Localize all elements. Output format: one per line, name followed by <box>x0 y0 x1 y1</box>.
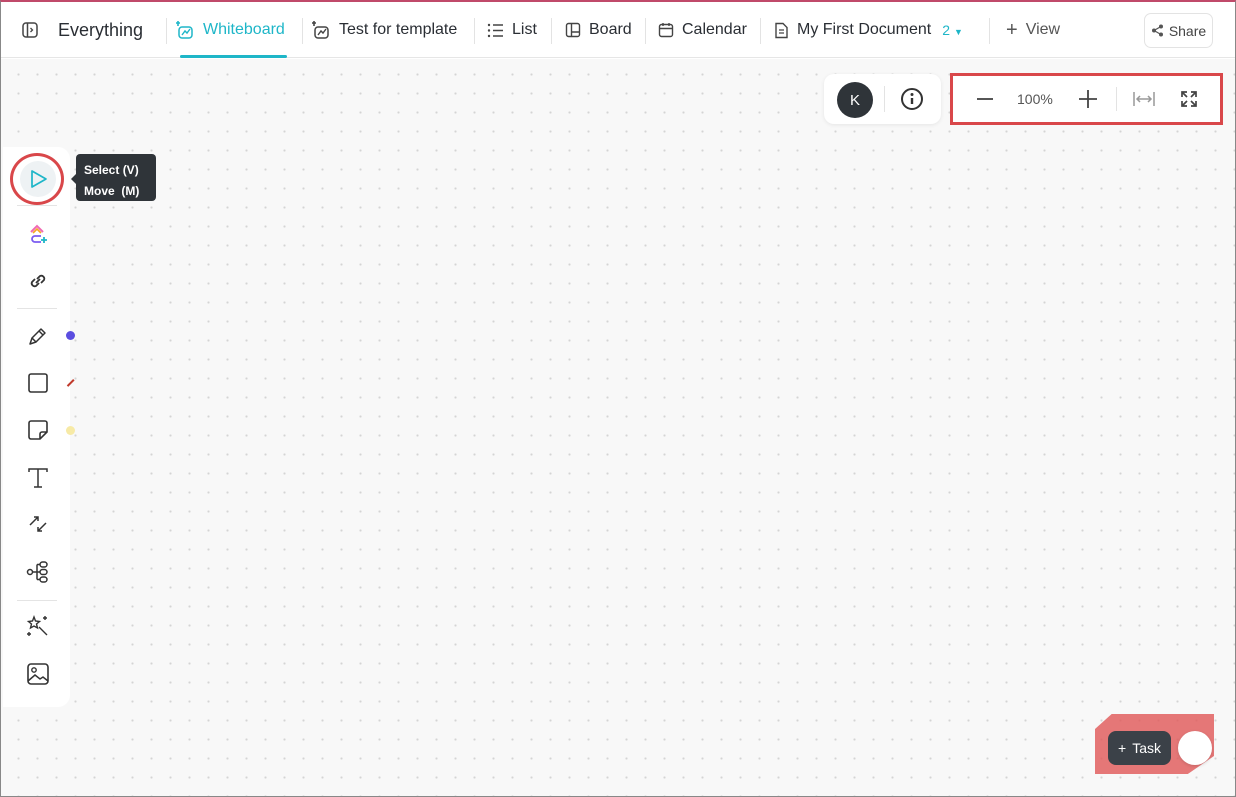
whiteboard-canvas[interactable] <box>1 59 1235 796</box>
whiteboard-pinned-icon <box>176 21 193 39</box>
tab-label: Calendar <box>682 21 747 38</box>
fullscreen-icon <box>1181 91 1197 107</box>
view-header: Everything Whiteboard Test for template … <box>1 2 1235 58</box>
templates-tool[interactable] <box>20 216 56 252</box>
link-tool[interactable] <box>20 263 56 299</box>
share-label: Share <box>1168 22 1207 39</box>
mind-map-icon <box>26 561 48 583</box>
zoom-in-button[interactable] <box>1078 89 1098 109</box>
list-icon <box>487 23 503 37</box>
select-tooltip: Select (V) Move (M) <box>71 154 156 201</box>
add-task-button[interactable]: + Task <box>1108 731 1171 765</box>
fit-width-button[interactable] <box>1132 89 1156 109</box>
square-icon <box>28 373 48 393</box>
fit-width-icon <box>1133 92 1155 106</box>
doc-count-badge: 2 <box>942 22 951 38</box>
tools-toolbar <box>3 147 70 707</box>
calendar-icon <box>658 23 674 38</box>
share-button[interactable]: Share <box>1144 13 1213 48</box>
image-tool[interactable] <box>20 656 56 692</box>
link-icon <box>30 274 46 288</box>
add-view-button[interactable]: + View <box>1006 2 1060 58</box>
sticky-note-icon <box>28 420 48 440</box>
sticky-color-indicator[interactable] <box>66 426 75 435</box>
tab-label: List <box>512 21 537 38</box>
tab-test-for-template[interactable]: Test for template <box>311 2 457 58</box>
plus-icon <box>1079 90 1097 108</box>
zoom-level[interactable]: 100% <box>1017 91 1053 107</box>
active-tab-indicator <box>180 55 287 58</box>
tab-calendar[interactable]: Calendar <box>658 2 747 58</box>
magic-wand-icon <box>26 615 48 636</box>
info-button[interactable] <box>900 87 924 111</box>
connector-icon <box>29 516 47 532</box>
plus-icon: + <box>1006 19 1018 41</box>
templates-icon <box>30 224 47 243</box>
tab-list[interactable]: List <box>487 2 537 58</box>
ai-magic-tool[interactable] <box>20 608 56 644</box>
text-tool[interactable] <box>20 460 56 496</box>
tab-board[interactable]: Board <box>565 2 632 58</box>
pen-icon <box>29 328 46 345</box>
apps-button[interactable] <box>1178 731 1212 765</box>
document-icon <box>775 22 788 38</box>
location-title: Everything <box>58 19 144 40</box>
avatar[interactable]: K <box>837 82 873 118</box>
tooltip-line: Select (V) <box>84 163 139 177</box>
select-tool-highlight <box>10 153 64 205</box>
plus-icon: + <box>1118 740 1127 756</box>
connector-tool[interactable] <box>20 506 56 542</box>
fullscreen-button[interactable] <box>1180 90 1198 108</box>
more-docs-dropdown[interactable]: 2 ▼ <box>942 22 963 38</box>
mind-map-tool[interactable] <box>20 554 56 590</box>
pen-tool[interactable] <box>20 318 56 354</box>
sidebar-toggle-icon <box>22 22 38 38</box>
tab-label: My First Document <box>797 21 932 38</box>
caret-down-icon: ▼ <box>953 27 963 37</box>
shape-tool[interactable] <box>20 365 56 401</box>
whiteboard-pinned-icon <box>312 21 329 39</box>
board-icon <box>565 22 581 38</box>
pen-color-indicator[interactable] <box>66 331 75 340</box>
zoom-controls: 100% <box>950 73 1223 125</box>
sidebar-toggle-button[interactable] <box>21 2 39 58</box>
tab-whiteboard[interactable]: Whiteboard <box>175 2 285 58</box>
sticky-note-tool[interactable] <box>20 412 56 448</box>
text-icon <box>28 468 48 488</box>
minus-icon <box>977 98 993 100</box>
add-view-label: View <box>1025 21 1061 38</box>
collaborators-panel: K <box>824 74 941 124</box>
share-icon <box>1151 24 1163 37</box>
tab-label: Whiteboard <box>203 21 285 38</box>
task-label: Task <box>1132 740 1161 756</box>
image-icon <box>27 663 49 685</box>
tab-label: Test for template <box>339 21 458 38</box>
info-icon <box>901 88 923 110</box>
tab-my-first-document[interactable]: My First Document 2 ▼ <box>774 2 963 58</box>
tab-label: Board <box>589 21 632 38</box>
zoom-out-button[interactable] <box>975 89 995 109</box>
tooltip-line: Move (M) <box>84 184 140 198</box>
